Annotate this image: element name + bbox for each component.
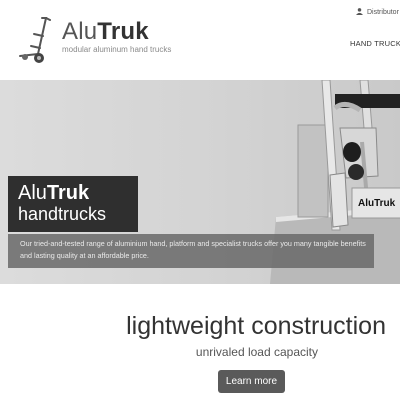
product-label: AluTruk [358,198,396,209]
hero-title-light: Alu [18,182,47,204]
hero-caption: Our tried-and-tested range of aluminium … [8,234,374,268]
headline: lightweight construction [126,312,386,340]
user-icon [356,8,363,15]
hero-banner: AluTruk AluTruk handtrucks Our tried-and… [0,80,400,284]
subline: unrivaled load capacity [195,345,318,359]
hero-subtitle: handtrucks [18,204,107,224]
site-header: AluTruk modular aluminum hand trucks Dis… [0,0,400,80]
hero-title-bold: Truk [46,182,90,204]
distributor-label: Distributor [367,9,399,16]
tagline: modular aluminum hand trucks [62,45,172,54]
hero-title: AluTruk [18,182,89,204]
brand-bold: Truk [97,18,149,45]
hero-title-box: AluTruk handtrucks [8,176,138,232]
hand-truck-logo-icon[interactable] [12,14,58,64]
brand-light: Alu [62,18,98,45]
learn-more-button[interactable]: Learn more [218,370,285,393]
distributor-link[interactable]: Distributor [356,8,399,16]
nav-item-hand-trucks[interactable]: HAND TRUCKS [350,39,400,48]
brand-name[interactable]: AluTruk [62,18,149,46]
